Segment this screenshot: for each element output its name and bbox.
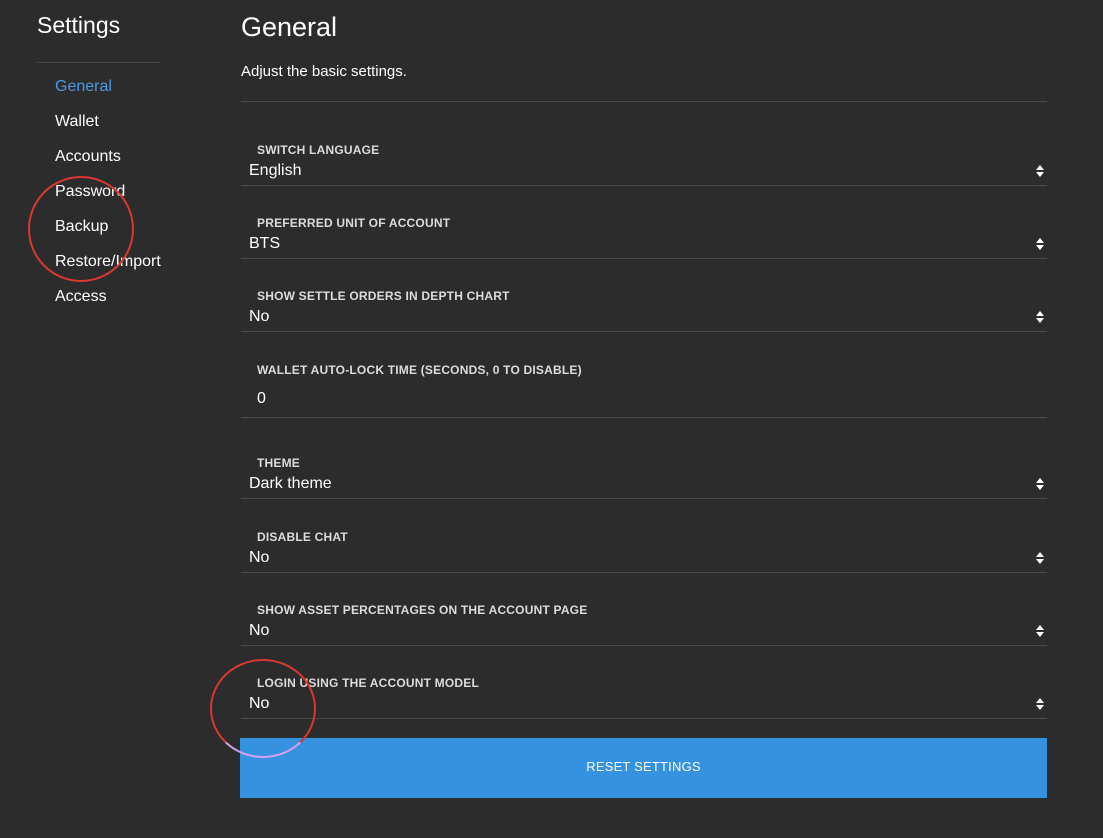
sidebar-item-accounts[interactable]: Accounts — [55, 145, 161, 180]
sidebar-item-backup[interactable]: Backup — [55, 215, 161, 250]
sidebar-title: Settings — [37, 12, 121, 38]
sort-arrows-icon — [1036, 698, 1044, 710]
unit-of-account-label: PREFERRED UNIT OF ACCOUNT — [257, 216, 451, 230]
language-label: SWITCH LANGUAGE — [257, 143, 380, 157]
sort-arrows-icon — [1036, 625, 1044, 637]
sort-arrows-icon — [1036, 165, 1044, 177]
asset-percentages-select[interactable]: No — [241, 617, 1047, 646]
asset-percentages-value: No — [249, 622, 270, 639]
reset-settings-button[interactable]: RESET SETTINGS — [240, 738, 1047, 798]
sidebar-item-restore-import[interactable]: Restore/Import — [55, 250, 161, 285]
asset-percentages-label: SHOW ASSET PERCENTAGES ON THE ACCOUNT PA… — [257, 603, 588, 617]
auto-lock-input[interactable]: 0 — [241, 383, 1047, 418]
account-model-value: No — [249, 695, 270, 712]
settle-orders-select[interactable]: No — [241, 303, 1047, 332]
language-select[interactable]: English — [241, 157, 1047, 186]
header-divider — [241, 101, 1047, 102]
settings-page: Settings General Wallet Accounts Passwor… — [0, 0, 1103, 838]
disable-chat-label: DISABLE CHAT — [257, 530, 348, 544]
sidebar-nav: General Wallet Accounts Password Backup … — [55, 75, 161, 320]
sort-arrows-icon — [1036, 238, 1044, 250]
unit-of-account-select[interactable]: BTS — [241, 230, 1047, 259]
page-title: General — [241, 12, 338, 42]
theme-select[interactable]: Dark theme — [241, 470, 1047, 499]
language-value: English — [249, 162, 302, 179]
unit-of-account-value: BTS — [249, 235, 281, 252]
settle-orders-value: No — [249, 308, 270, 325]
account-model-select[interactable]: No — [241, 690, 1047, 719]
disable-chat-value: No — [249, 549, 270, 566]
theme-label: THEME — [257, 456, 300, 470]
sort-arrows-icon — [1036, 478, 1044, 490]
account-model-label: LOGIN USING THE ACCOUNT MODEL — [257, 676, 480, 690]
sort-arrows-icon — [1036, 311, 1044, 323]
auto-lock-value: 0 — [257, 390, 266, 407]
theme-value: Dark theme — [249, 475, 332, 492]
sidebar-item-wallet[interactable]: Wallet — [55, 110, 161, 145]
sidebar-item-general[interactable]: General — [55, 75, 161, 110]
sidebar-item-access[interactable]: Access — [55, 285, 161, 320]
sort-arrows-icon — [1036, 552, 1044, 564]
auto-lock-label: WALLET AUTO-LOCK TIME (SECONDS, 0 TO DIS… — [257, 363, 582, 377]
sidebar-item-password[interactable]: Password — [55, 180, 161, 215]
settle-orders-label: SHOW SETTLE ORDERS IN DEPTH CHART — [257, 289, 510, 303]
sidebar-divider — [37, 62, 160, 63]
disable-chat-select[interactable]: No — [241, 544, 1047, 573]
page-subtitle: Adjust the basic settings. — [241, 63, 407, 80]
